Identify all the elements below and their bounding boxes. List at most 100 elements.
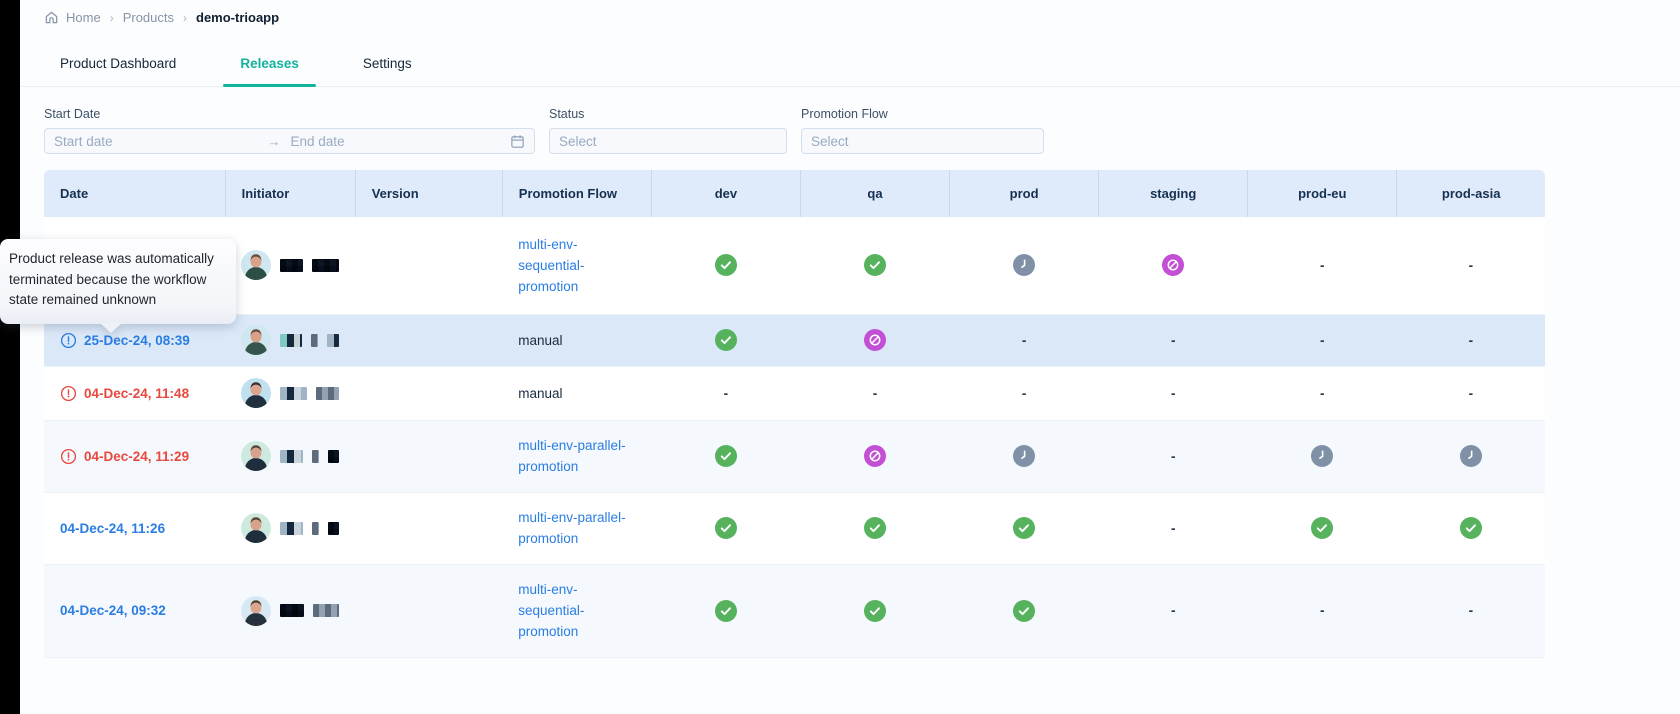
redacted-initiator-name — [328, 522, 339, 535]
env-status-empty: - — [1171, 333, 1176, 348]
tab-bar: Product Dashboard Releases Settings — [20, 41, 1680, 87]
table-row[interactable]: 04-Dec-24, 11:48manual------ — [44, 366, 1545, 420]
initiator-cell — [241, 378, 339, 408]
table-row[interactable]: 04-Dec-24, 11:26 multi-env-parallel-promo… — [44, 492, 1545, 564]
env-status-empty: - — [1320, 258, 1325, 273]
breadcrumb-home[interactable]: Home — [66, 10, 101, 25]
release-date-link[interactable]: 04-Dec-24, 11:29 — [60, 448, 209, 465]
initiator-avatar — [241, 513, 271, 543]
ban-circle-icon[interactable] — [864, 445, 886, 467]
release-date-text: 04-Dec-24, 09:32 — [60, 603, 166, 618]
check-circle-icon[interactable] — [715, 254, 737, 276]
breadcrumb-products[interactable]: Products — [123, 10, 174, 25]
filter-start-date: Start Date Start date → End date — [44, 107, 535, 154]
col-version: Version — [355, 170, 502, 217]
filter-status: Status Select — [549, 107, 787, 154]
env-status-empty: - — [1022, 333, 1027, 348]
check-circle-icon[interactable] — [1013, 517, 1035, 539]
redacted-initiator-name — [312, 450, 319, 463]
clock-circle-icon[interactable] — [1460, 445, 1482, 467]
end-date-placeholder[interactable]: End date — [291, 134, 505, 149]
env-status-empty: - — [1171, 449, 1176, 464]
env-status-empty: - — [873, 386, 878, 401]
tab-releases[interactable]: Releases — [240, 41, 299, 86]
check-circle-icon[interactable] — [715, 445, 737, 467]
tab-product-dashboard[interactable]: Product Dashboard — [60, 41, 176, 86]
check-circle-icon[interactable] — [1311, 517, 1333, 539]
initiator-avatar — [241, 325, 271, 355]
check-circle-icon[interactable] — [864, 254, 886, 276]
promotion-flow-link[interactable]: multi-env-parallel-promotion — [518, 435, 635, 477]
col-date: Date — [44, 170, 225, 217]
redacted-initiator-name — [280, 387, 307, 400]
redacted-initiator-name — [280, 334, 302, 347]
env-status-empty: - — [1469, 603, 1474, 618]
status-select-placeholder: Select — [559, 134, 597, 149]
ban-circle-icon[interactable] — [864, 329, 886, 351]
env-status-empty: - — [1469, 386, 1474, 401]
promotion-flow-link[interactable]: multi-env-parallel-promotion — [518, 507, 635, 549]
table-header-row: Date Initiator Version Promotion Flow de… — [44, 170, 1545, 217]
alert-circle-icon[interactable] — [60, 448, 77, 465]
col-initiator: Initiator — [225, 170, 355, 217]
col-promotion-flow: Promotion Flow — [502, 170, 651, 217]
promotion-flow-text: manual — [518, 330, 562, 351]
redacted-initiator-name — [327, 334, 339, 347]
tab-settings[interactable]: Settings — [363, 41, 412, 86]
status-label: Status — [549, 107, 787, 121]
promotion-flow-link[interactable]: multi-env-sequential-promotion — [518, 234, 635, 297]
check-circle-icon[interactable] — [1460, 517, 1482, 539]
window-edge-strip — [0, 0, 20, 714]
alert-circle-icon[interactable] — [60, 385, 77, 402]
redacted-initiator-name — [316, 387, 339, 400]
check-circle-icon[interactable] — [1013, 600, 1035, 622]
promotion-flow-link[interactable]: multi-env-sequential-promotion — [518, 579, 635, 642]
release-date-text: 04-Dec-24, 11:48 — [84, 386, 189, 401]
start-date-label: Start Date — [44, 107, 535, 121]
check-circle-icon[interactable] — [715, 517, 737, 539]
initiator-avatar — [241, 250, 271, 280]
release-date-link[interactable]: 04-Dec-24, 11:48 — [60, 385, 209, 402]
env-status-empty: - — [1320, 603, 1325, 618]
check-circle-icon[interactable] — [715, 329, 737, 351]
initiator-cell — [241, 325, 339, 355]
filters-row: Start Date Start date → End date Status — [20, 87, 1680, 154]
breadcrumb-separator: › — [110, 11, 114, 25]
alert-circle-icon[interactable] — [60, 332, 77, 349]
date-range-input[interactable]: Start date → End date — [44, 128, 535, 154]
status-select[interactable]: Select — [549, 128, 787, 154]
clock-circle-icon[interactable] — [1013, 445, 1035, 467]
check-circle-icon[interactable] — [864, 600, 886, 622]
release-date-text: 04-Dec-24, 11:29 — [84, 449, 189, 464]
promotion-flow-select-placeholder: Select — [811, 134, 849, 149]
col-dev: dev — [651, 170, 800, 217]
clock-circle-icon[interactable] — [1311, 445, 1333, 467]
table-row[interactable]: 04-Dec-24, 11:29 multi-env-parallel-promo… — [44, 420, 1545, 492]
env-status-empty: - — [1171, 521, 1176, 536]
table-row[interactable]: 25-Dec-24, 08:39manual---- — [44, 314, 1545, 366]
env-status-empty: - — [1022, 386, 1027, 401]
release-date-link[interactable]: 04-Dec-24, 09:32 — [60, 603, 209, 618]
col-prod-eu: prod-eu — [1248, 170, 1397, 217]
termination-tooltip: Product release was automatically termin… — [0, 239, 236, 324]
redacted-initiator-name — [280, 522, 302, 535]
promotion-flow-select[interactable]: Select — [801, 128, 1044, 154]
release-date-text: 04-Dec-24, 11:26 — [60, 521, 165, 536]
version-cell — [355, 314, 502, 366]
initiator-cell — [241, 441, 339, 471]
check-circle-icon[interactable] — [715, 600, 737, 622]
release-date-link[interactable]: 25-Dec-24, 08:39 — [60, 332, 209, 349]
redacted-initiator-name — [313, 604, 339, 617]
home-icon[interactable] — [44, 10, 59, 25]
check-circle-icon[interactable] — [864, 517, 886, 539]
clock-circle-icon[interactable] — [1013, 254, 1035, 276]
start-date-placeholder[interactable]: Start date — [54, 134, 268, 149]
table-row[interactable]: 04-Dec-24, 09:32 multi-env-sequential-pro… — [44, 564, 1545, 657]
col-staging: staging — [1099, 170, 1248, 217]
table-row[interactable]: multi-env-sequential-promotion-- — [44, 217, 1545, 314]
calendar-icon[interactable] — [510, 134, 525, 149]
release-date-link[interactable]: 04-Dec-24, 11:26 — [60, 521, 209, 536]
version-cell — [355, 366, 502, 420]
breadcrumb: Home › Products › demo-trioapp — [20, 0, 1680, 25]
ban-circle-icon[interactable] — [1162, 254, 1184, 276]
